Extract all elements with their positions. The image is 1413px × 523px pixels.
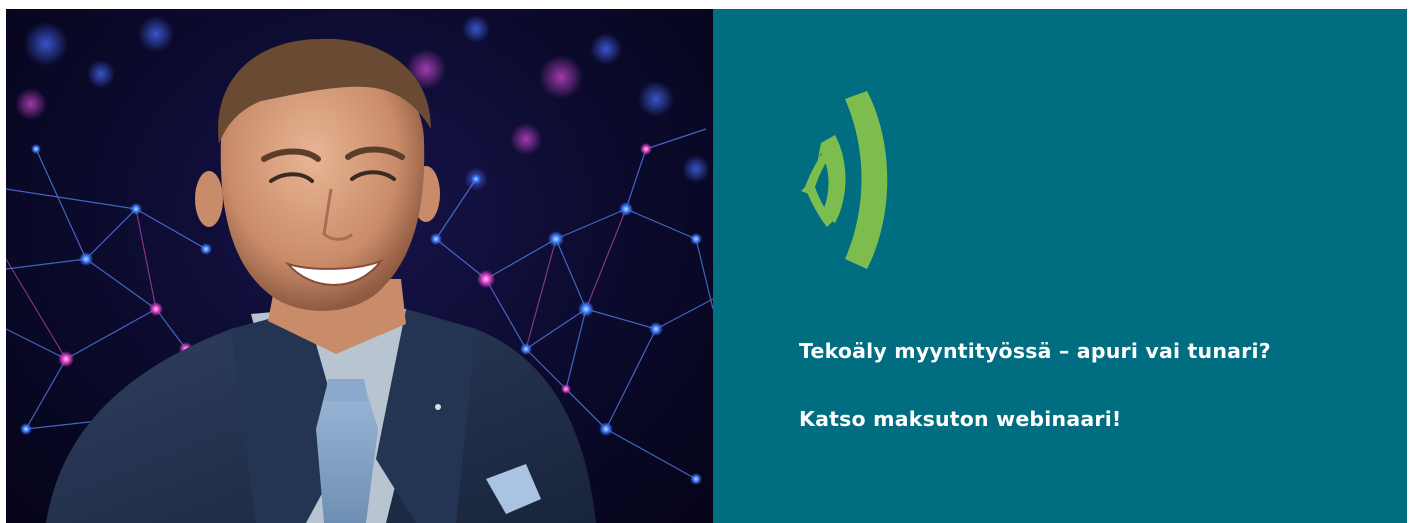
presenter-photo [6, 9, 713, 523]
webinar-headline: Tekoäly myyntityössä – apuri vai tunari? [799, 339, 1271, 363]
presenter-figure [46, 38, 596, 523]
webinar-banner[interactable]: Tekoäly myyntityössä – apuri vai tunari?… [6, 9, 1407, 523]
network-background-graphic [6, 15, 713, 523]
watch-webinar-link[interactable]: Katso maksuton webinaari! [799, 407, 1121, 431]
webinar-info-panel: Tekoäly myyntityössä – apuri vai tunari?… [713, 9, 1407, 523]
signal-waves-icon [801, 91, 888, 269]
